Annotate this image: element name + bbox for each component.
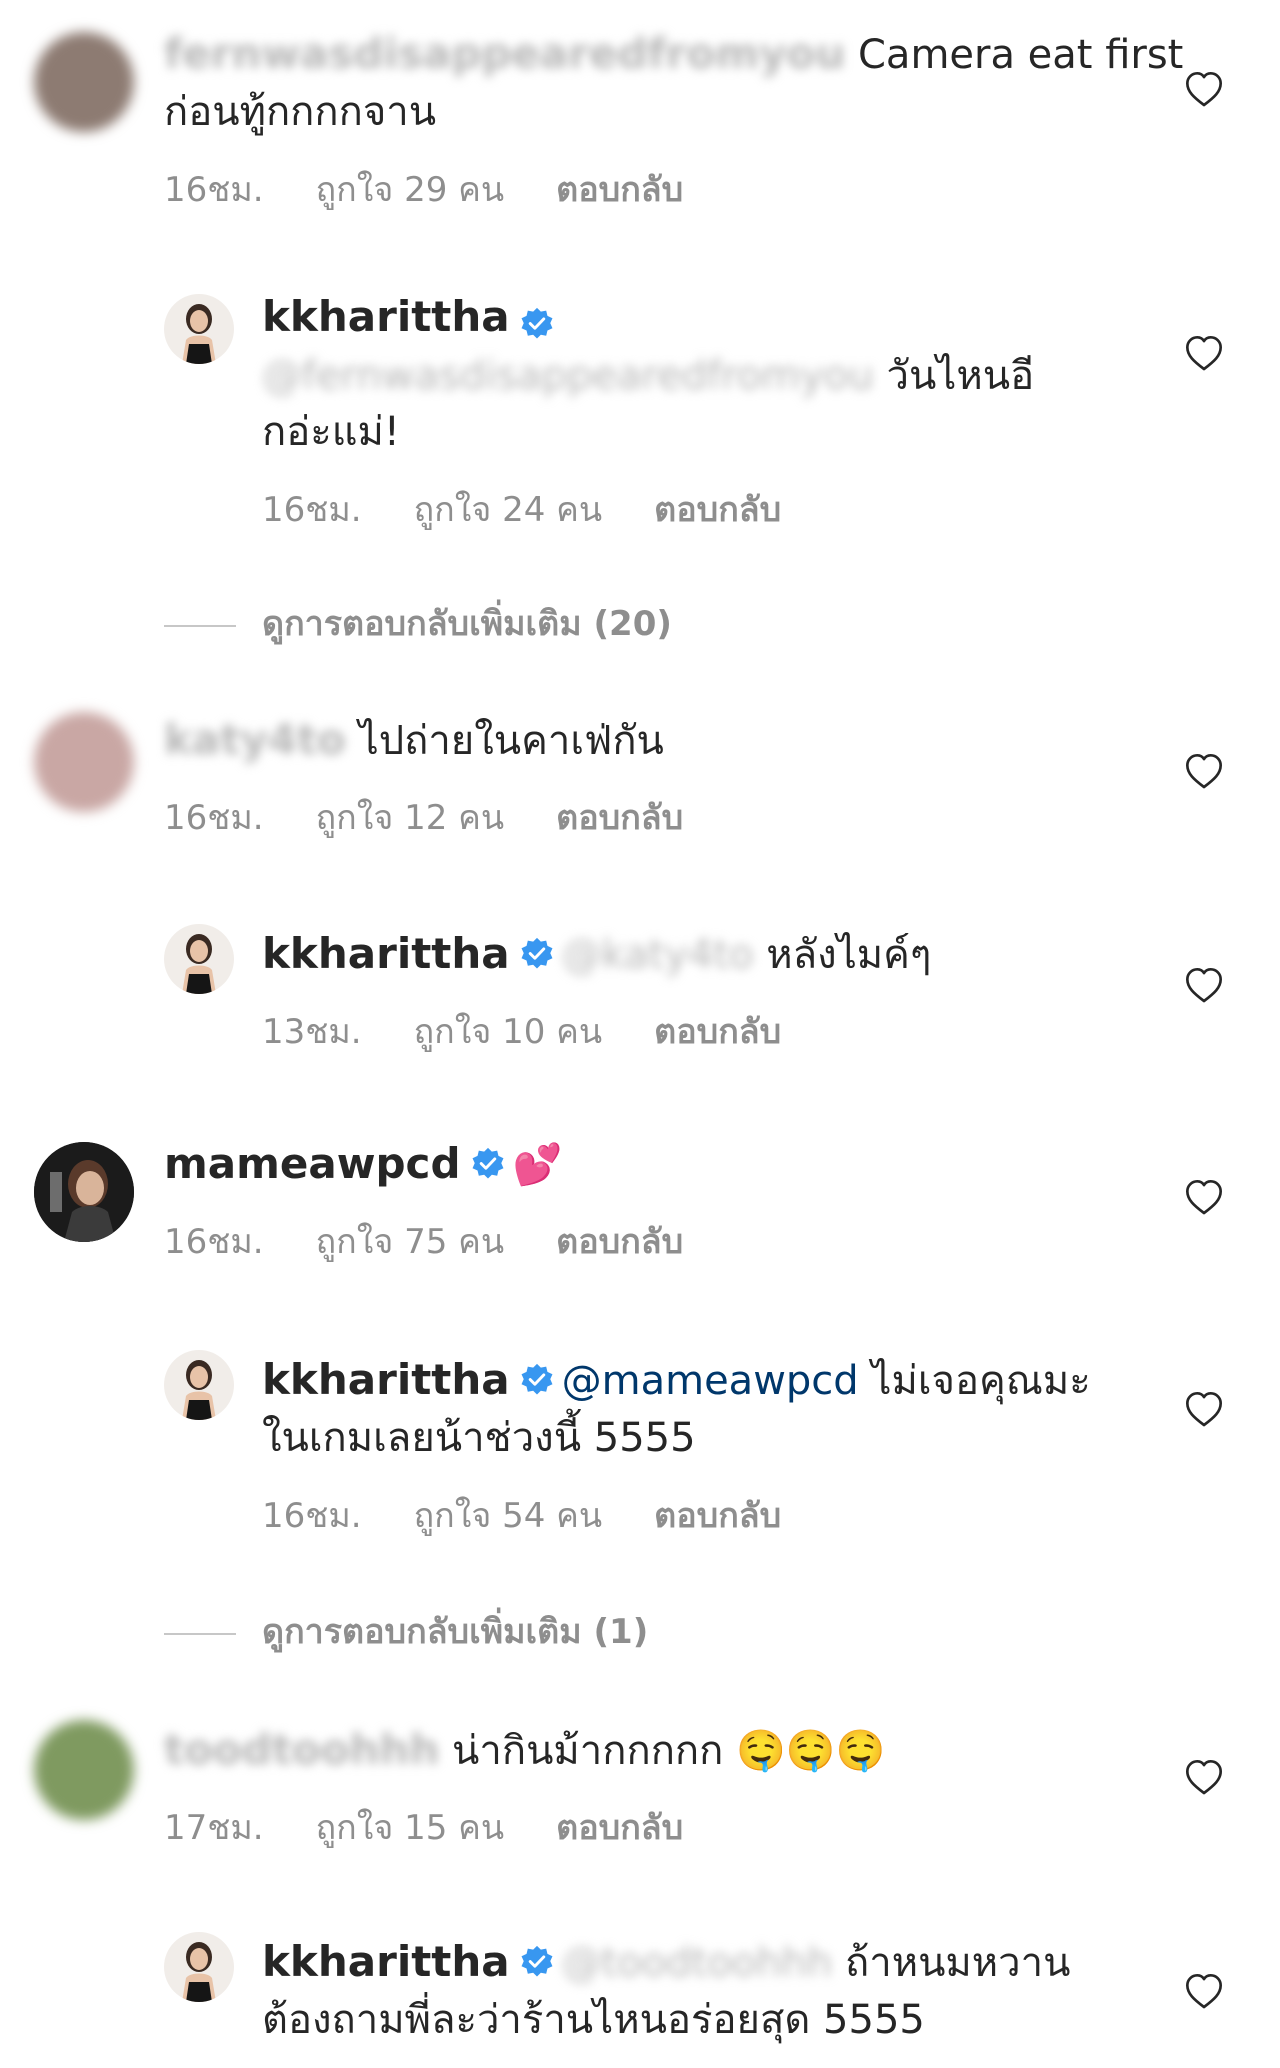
comment-text: 💕 bbox=[512, 1142, 563, 1188]
mention-link[interactable]: @fernwasdisappearedfromyou bbox=[262, 353, 874, 399]
timestamp: 16ชม. bbox=[164, 1222, 264, 1262]
comment-text: หลังไมค์ๆ bbox=[753, 932, 932, 978]
heart-outline-icon[interactable] bbox=[1184, 1178, 1224, 1218]
avatar[interactable] bbox=[34, 1720, 134, 1820]
avatar-image bbox=[164, 1350, 234, 1420]
heart-outline-icon[interactable] bbox=[1184, 70, 1224, 110]
like-count[interactable]: ถูกใจ 75 คน bbox=[316, 1222, 505, 1262]
avatar[interactable] bbox=[164, 1932, 234, 2002]
avatar-image bbox=[164, 294, 234, 364]
comment-text: ไปถ่ายในคาเฟ่กัน bbox=[345, 718, 664, 764]
timestamp: 16ชม. bbox=[262, 1496, 362, 1536]
comment-meta: 17ชม. ถูกใจ 15 คน ตอบกลับ bbox=[164, 1800, 735, 1854]
reply-button[interactable]: ตอบกลับ bbox=[654, 490, 781, 530]
timestamp: 17ชม. bbox=[164, 1808, 264, 1848]
view-more-label: ดูการตอบกลับเพิ่มเติม (1) bbox=[262, 1612, 649, 1652]
like-count[interactable]: ถูกใจ 54 คน bbox=[414, 1496, 603, 1536]
comment-username[interactable]: kkharittha bbox=[262, 292, 510, 341]
verified-badge-icon bbox=[520, 1363, 554, 1397]
like-count[interactable]: ถูกใจ 15 คน bbox=[316, 1808, 505, 1848]
comment-meta: 16ชม. ถูกใจ 75 คน ตอบกลับ bbox=[164, 1214, 735, 1268]
view-more-replies-button[interactable]: ดูการตอบกลับเพิ่มเติม (1) bbox=[164, 1604, 648, 1658]
heart-outline-icon[interactable] bbox=[1184, 1390, 1224, 1430]
timestamp: 13ชม. bbox=[262, 1012, 362, 1052]
comment-meta: 16ชม. ถูกใจ 54 คน ตอบกลับ bbox=[262, 1488, 833, 1542]
reply-button[interactable]: ตอบกลับ bbox=[556, 1808, 683, 1848]
divider bbox=[164, 1632, 236, 1635]
comment-text-cont: ต้องถามพี่ละว่าร้านไหนอร่อยสุด 5555 bbox=[262, 1997, 925, 2043]
avatar[interactable] bbox=[34, 1142, 134, 1242]
comment-username[interactable]: katy4to bbox=[164, 715, 346, 764]
comment-text: ไม่เจอคุณมะ bbox=[858, 1358, 1091, 1404]
comment-text: Camera eat first bbox=[845, 32, 1184, 78]
comment-username[interactable]: toodtoohhh bbox=[164, 1725, 439, 1774]
comment-text: วันไหนอี bbox=[873, 353, 1035, 399]
timestamp: 16ชม. bbox=[164, 170, 264, 210]
avatar[interactable] bbox=[34, 32, 134, 132]
avatar-image bbox=[164, 924, 234, 994]
reply-button[interactable]: ตอบกลับ bbox=[556, 1222, 683, 1262]
comment-username[interactable]: kkharittha bbox=[262, 1937, 510, 1986]
comment-meta: 16ชม. ถูกใจ 29 คน ตอบกลับ bbox=[164, 162, 735, 216]
avatar-image bbox=[164, 1932, 234, 2002]
avatar-image bbox=[34, 1142, 134, 1242]
view-more-label: ดูการตอบกลับเพิ่มเติม (20) bbox=[262, 604, 672, 644]
heart-outline-icon[interactable] bbox=[1184, 334, 1224, 374]
comment-username[interactable]: kkharittha bbox=[262, 929, 510, 978]
mention-link[interactable]: @katy4to bbox=[562, 932, 754, 978]
comment-meta: 16ชม. ถูกใจ 24 คน ตอบกลับ bbox=[262, 482, 833, 536]
avatar[interactable] bbox=[164, 1350, 234, 1420]
like-count[interactable]: ถูกใจ 12 คน bbox=[316, 798, 505, 838]
heart-outline-icon[interactable] bbox=[1184, 752, 1224, 792]
comment-text: น่ากินม้ากกกกก 🤤🤤🤤 bbox=[439, 1728, 886, 1774]
like-count[interactable]: ถูกใจ 24 คน bbox=[414, 490, 603, 530]
heart-outline-icon[interactable] bbox=[1184, 966, 1224, 1006]
verified-badge-icon bbox=[520, 937, 554, 971]
mention-link[interactable]: @mameawpcd bbox=[562, 1358, 859, 1404]
heart-outline-icon[interactable] bbox=[1184, 1758, 1224, 1798]
view-more-replies-button[interactable]: ดูการตอบกลับเพิ่มเติม (20) bbox=[164, 596, 672, 650]
verified-badge-icon bbox=[520, 307, 554, 341]
timestamp: 16ชม. bbox=[164, 798, 264, 838]
comment-meta: 16ชม. ถูกใจ 12 คน ตอบกลับ bbox=[164, 790, 735, 844]
comment-username[interactable]: fernwasdisappearedfromyou bbox=[164, 29, 845, 78]
mention-link[interactable]: @toodtoohhh bbox=[562, 1940, 833, 1986]
comment-username[interactable]: mameawpcd bbox=[164, 1139, 461, 1188]
like-count[interactable]: ถูกใจ 10 คน bbox=[414, 1012, 603, 1052]
like-count[interactable]: ถูกใจ 29 คน bbox=[316, 170, 505, 210]
verified-badge-icon bbox=[520, 1945, 554, 1979]
comment-text: ถ้าหนมหวาน bbox=[832, 1940, 1071, 1986]
reply-button[interactable]: ตอบกลับ bbox=[556, 798, 683, 838]
reply-button[interactable]: ตอบกลับ bbox=[654, 1012, 781, 1052]
avatar[interactable] bbox=[34, 712, 134, 812]
divider bbox=[164, 624, 236, 627]
avatar[interactable] bbox=[164, 294, 234, 364]
verified-badge-icon bbox=[471, 1147, 505, 1181]
avatar[interactable] bbox=[164, 924, 234, 994]
timestamp: 16ชม. bbox=[262, 490, 362, 530]
reply-button[interactable]: ตอบกลับ bbox=[556, 170, 683, 210]
comment-username[interactable]: kkharittha bbox=[262, 1355, 510, 1404]
heart-outline-icon[interactable] bbox=[1184, 1972, 1224, 2012]
comment-text-cont: ก่อนทู้กกกกจาน bbox=[164, 89, 437, 135]
comment-meta: 13ชม. ถูกใจ 10 คน ตอบกลับ bbox=[262, 1004, 833, 1058]
comment-text-cont: กอ่ะแม่! bbox=[262, 409, 400, 455]
comment-text-cont: ในเกมเลยน้าช่วงนี้ 5555 bbox=[262, 1415, 696, 1461]
reply-button[interactable]: ตอบกลับ bbox=[654, 1496, 781, 1536]
